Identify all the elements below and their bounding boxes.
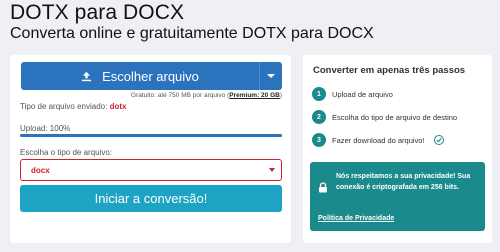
- upload-icon: [81, 71, 92, 81]
- upload-source-dropdown[interactable]: [259, 62, 282, 90]
- step-circle: 3: [312, 133, 326, 147]
- sidebar-title: Converter em apenas três passos: [313, 65, 466, 76]
- sidebar-step-1: 1 Upload de arquivo: [312, 87, 393, 101]
- choose-file-button[interactable]: Escolher arquivo: [21, 62, 282, 90]
- page-subtitle: Converta online e gratuitamente DOTX par…: [10, 25, 374, 42]
- premium-link[interactable]: Premium: 20 GB: [229, 92, 280, 99]
- start-conversion-button[interactable]: Iniciar a conversão!: [20, 185, 282, 212]
- privacy-notice: Nós respeitamos a sua privacidade! Sua c…: [310, 162, 485, 231]
- sidebar-step-label: Fazer download do arquivo!: [332, 135, 425, 145]
- sidebar-step-3: 3 Fazer download do arquivo!: [312, 133, 444, 147]
- upload-progress-fill: [20, 134, 282, 137]
- uploaded-file-ext: dotx: [109, 102, 127, 111]
- size-limit-hint: Gratuito: até 750 MB por arquivo (Premiu…: [130, 92, 282, 99]
- sidebar-step-label: Escolha do tipo de arquivo de destino: [332, 112, 458, 122]
- uploaded-file-type: Tipo de arquivo enviado: dotx: [20, 102, 127, 111]
- privacy-text: Nós respeitamos a sua privacidade! Sua c…: [336, 173, 471, 191]
- choose-file-label: Escolher arquivo: [102, 68, 199, 84]
- privacy-policy-link[interactable]: Política de Privacidade: [318, 215, 394, 222]
- chevron-down-icon: [267, 74, 275, 78]
- steps-sidebar: Converter em apenas três passos 1 Upload…: [303, 55, 492, 243]
- check-circle-icon: [433, 135, 444, 145]
- upload-progress-label: Upload: 100%: [20, 124, 71, 133]
- step-circle: 2: [312, 110, 326, 124]
- target-type-select[interactable]: docx: [20, 159, 282, 181]
- upload-progress-bar: [20, 134, 282, 137]
- sidebar-step-label: Upload de arquivo: [332, 89, 393, 99]
- sidebar-step-2: 2 Escolha do tipo de arquivo de destino: [312, 110, 457, 124]
- lock-icon: [319, 182, 327, 193]
- choose-file-main[interactable]: Escolher arquivo: [21, 62, 259, 90]
- target-type-value: docx: [31, 165, 50, 175]
- chevron-down-icon: [269, 168, 275, 172]
- page-title: DOTX para DOCX: [10, 1, 185, 24]
- converter-card: Escolher arquivo Gratuito: até 750 MB po…: [10, 55, 291, 243]
- target-type-label: Escolha o tipo de arquivo:: [20, 148, 113, 157]
- step-circle: 1: [312, 87, 326, 101]
